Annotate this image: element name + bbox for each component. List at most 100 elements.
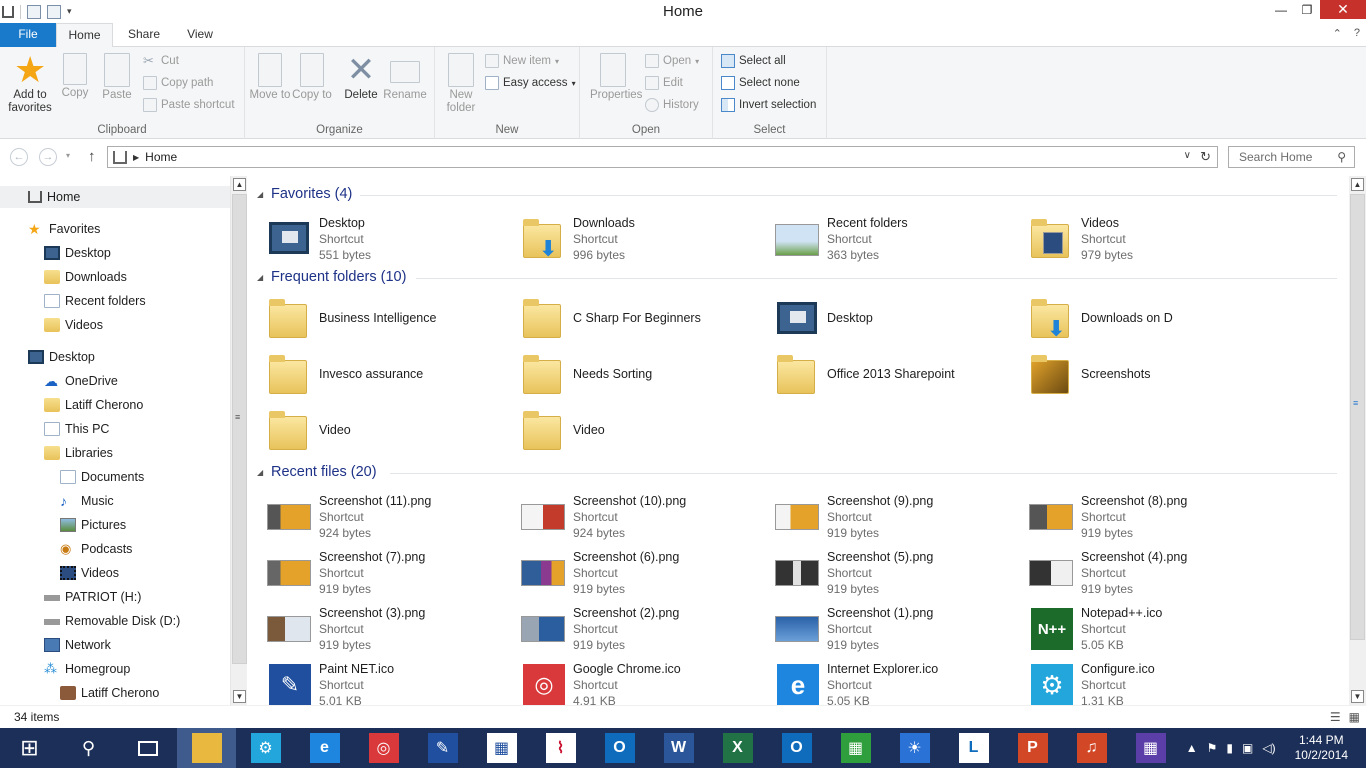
back-button[interactable]: ← xyxy=(10,148,28,166)
list-item[interactable]: Screenshots xyxy=(1010,347,1250,401)
add-to-favorites-button[interactable]: ★ Add to favorites xyxy=(6,52,54,115)
taskbar-outlook-2[interactable]: O xyxy=(767,728,826,768)
list-item[interactable]: ◎ Google Chrome.ico Shortcut 4.91 KB xyxy=(502,658,742,705)
scrollbar-thumb[interactable] xyxy=(232,194,247,664)
list-item[interactable]: e Internet Explorer.ico Shortcut 5.05 KB xyxy=(756,658,996,705)
delete-button[interactable]: ✕ Delete xyxy=(338,53,384,102)
volume-icon[interactable]: ◁) xyxy=(1262,741,1275,755)
taskbar-weather[interactable]: ☀ xyxy=(885,728,944,768)
nav-item-library-videos[interactable]: Videos xyxy=(0,562,230,584)
nav-item-removable-disk[interactable]: Removable Disk (D:) xyxy=(0,610,230,632)
navigation-pane-scrollbar[interactable]: ▲ ≡ ▼ xyxy=(230,176,247,705)
cut-button[interactable]: ✂ Cut xyxy=(143,51,179,71)
open-button[interactable]: Open ▾ xyxy=(645,51,699,71)
copy-path-button[interactable]: Copy path xyxy=(143,73,213,93)
list-item[interactable]: Office 2013 Sharepoint xyxy=(756,347,996,401)
scroll-down-chevron-icon[interactable]: ▼ xyxy=(1351,690,1364,703)
copy-to-button[interactable]: Copy to xyxy=(289,53,335,102)
nav-item-podcasts[interactable]: ◉ Podcasts xyxy=(0,538,230,560)
favorites-section-header[interactable]: ◢ Favorites (4) xyxy=(248,184,1343,206)
nav-item-network[interactable]: Network xyxy=(0,634,230,656)
collapse-triangle-icon[interactable]: ◢ xyxy=(257,190,263,199)
tab-home[interactable]: Home xyxy=(56,23,113,48)
history-button[interactable]: History xyxy=(645,95,699,115)
help-icon[interactable]: ? xyxy=(1354,27,1360,40)
scroll-up-chevron-icon[interactable]: ▲ xyxy=(233,178,246,191)
list-item[interactable]: Recent folders Shortcut 363 bytes xyxy=(756,212,996,266)
list-item[interactable]: Screenshot (11).png Shortcut 924 bytes xyxy=(248,490,488,544)
rename-button[interactable]: Rename xyxy=(382,53,428,102)
network-icon[interactable]: ▣ xyxy=(1242,741,1253,755)
easy-access-button[interactable]: Easy access ▾ xyxy=(485,73,576,93)
nav-item-onedrive[interactable]: ☁ OneDrive xyxy=(0,370,230,392)
list-item[interactable]: Business Intelligence xyxy=(248,291,488,345)
content-scrollbar[interactable]: ▲ ≡ ▼ xyxy=(1349,176,1366,705)
nav-item-music[interactable]: ♪ Music xyxy=(0,490,230,512)
breadcrumb-chevron-right-icon[interactable]: ▶ xyxy=(133,153,139,162)
collapse-ribbon-chevron-up-icon[interactable]: ⌃ xyxy=(1333,27,1342,40)
taskbar-store[interactable]: ▦ xyxy=(826,728,885,768)
taskbar-paint-net[interactable]: ✎ xyxy=(413,728,472,768)
clock[interactable]: 1:44 PM 10/2/2014 xyxy=(1295,733,1348,763)
search-input[interactable]: Search Home ⚲ xyxy=(1228,146,1355,168)
taskbar-calendar[interactable]: ▦ xyxy=(1121,728,1180,768)
nav-item-user[interactable]: Latiff Cherono xyxy=(0,394,230,416)
details-view-icon[interactable]: ☰ xyxy=(1330,710,1341,724)
list-item[interactable]: N++ Notepad++.ico Shortcut 5.05 KB xyxy=(1010,602,1250,656)
list-item[interactable]: Desktop Shortcut 551 bytes xyxy=(248,212,488,266)
list-item[interactable]: Desktop xyxy=(756,291,996,345)
list-item[interactable]: Video xyxy=(502,403,742,457)
nav-item-home[interactable]: Home xyxy=(0,186,230,208)
nav-item-homegroup[interactable]: ⁂ Homegroup xyxy=(0,658,230,680)
scroll-down-chevron-icon[interactable]: ▼ xyxy=(233,690,246,703)
list-item[interactable]: Screenshot (4).png Shortcut 919 bytes xyxy=(1010,546,1250,600)
select-all-button[interactable]: Select all xyxy=(721,51,786,71)
recent-files-section-header[interactable]: ◢ Recent files (20) xyxy=(248,462,1343,484)
tab-view[interactable]: View xyxy=(174,23,226,47)
nav-item-favorites[interactable]: ★ Favorites xyxy=(0,218,230,240)
taskbar-acrobat[interactable]: ⌇ xyxy=(531,728,590,768)
tab-file[interactable]: File xyxy=(0,23,56,47)
nav-item-desktop[interactable]: Desktop xyxy=(0,242,230,264)
nav-item-patriot-drive[interactable]: PATRIOT (H:) xyxy=(0,586,230,608)
nav-item-this-pc[interactable]: This PC xyxy=(0,418,230,440)
taskbar-calculator[interactable]: ▦ xyxy=(472,728,531,768)
list-item[interactable]: C Sharp For Beginners xyxy=(502,291,742,345)
taskbar-search-button[interactable]: ⚲ xyxy=(59,728,118,768)
nav-item-desktop-root[interactable]: Desktop xyxy=(0,346,230,368)
taskbar-control-panel[interactable]: ⚙ xyxy=(236,728,295,768)
list-item[interactable]: Needs Sorting xyxy=(502,347,742,401)
taskbar-word[interactable]: W xyxy=(649,728,708,768)
list-item[interactable]: ⬇ Downloads Shortcut 996 bytes xyxy=(502,212,742,266)
paste-button[interactable]: Paste xyxy=(94,53,140,102)
address-bar[interactable]: ▶ Home ∨ ↻ xyxy=(107,146,1218,168)
up-button[interactable]: ↑ xyxy=(88,148,96,165)
nav-item-videos[interactable]: Videos xyxy=(0,314,230,336)
list-item[interactable]: ✎ Paint NET.ico Shortcut 5.01 KB xyxy=(248,658,488,705)
taskbar-music[interactable]: ♫ xyxy=(1062,728,1121,768)
move-to-button[interactable]: Move to xyxy=(247,53,293,102)
list-item[interactable]: Screenshot (8).png Shortcut 919 bytes xyxy=(1010,490,1250,544)
taskbar-internet-explorer[interactable]: e xyxy=(295,728,354,768)
scrollbar-thumb[interactable] xyxy=(1350,194,1365,640)
nav-item-downloads[interactable]: Downloads xyxy=(0,266,230,288)
taskbar-chrome[interactable]: ◎ xyxy=(354,728,413,768)
nav-item-pictures[interactable]: Pictures xyxy=(0,514,230,536)
list-item[interactable]: Screenshot (10).png Shortcut 924 bytes xyxy=(502,490,742,544)
properties-button[interactable]: Properties xyxy=(590,53,642,102)
scroll-up-chevron-icon[interactable]: ▲ xyxy=(1351,178,1364,191)
paste-shortcut-button[interactable]: Paste shortcut xyxy=(143,95,235,115)
taskbar-powerpoint[interactable]: P xyxy=(1003,728,1062,768)
list-item[interactable]: Video xyxy=(248,403,488,457)
start-button[interactable]: ⊞ xyxy=(0,728,59,768)
new-folder-button[interactable]: New folder xyxy=(438,53,484,115)
edit-button[interactable]: Edit xyxy=(645,73,683,93)
list-item[interactable]: Videos Shortcut 979 bytes xyxy=(1010,212,1250,266)
list-item[interactable]: Invesco assurance xyxy=(248,347,488,401)
flag-icon[interactable]: ⚑ xyxy=(1207,741,1218,755)
taskbar-excel[interactable]: X xyxy=(708,728,767,768)
search-icon[interactable]: ⚲ xyxy=(1337,150,1346,164)
large-icons-view-icon[interactable]: ▦ xyxy=(1349,710,1360,724)
taskbar-task-view-button[interactable] xyxy=(118,728,177,768)
nav-item-libraries[interactable]: Libraries xyxy=(0,442,230,464)
